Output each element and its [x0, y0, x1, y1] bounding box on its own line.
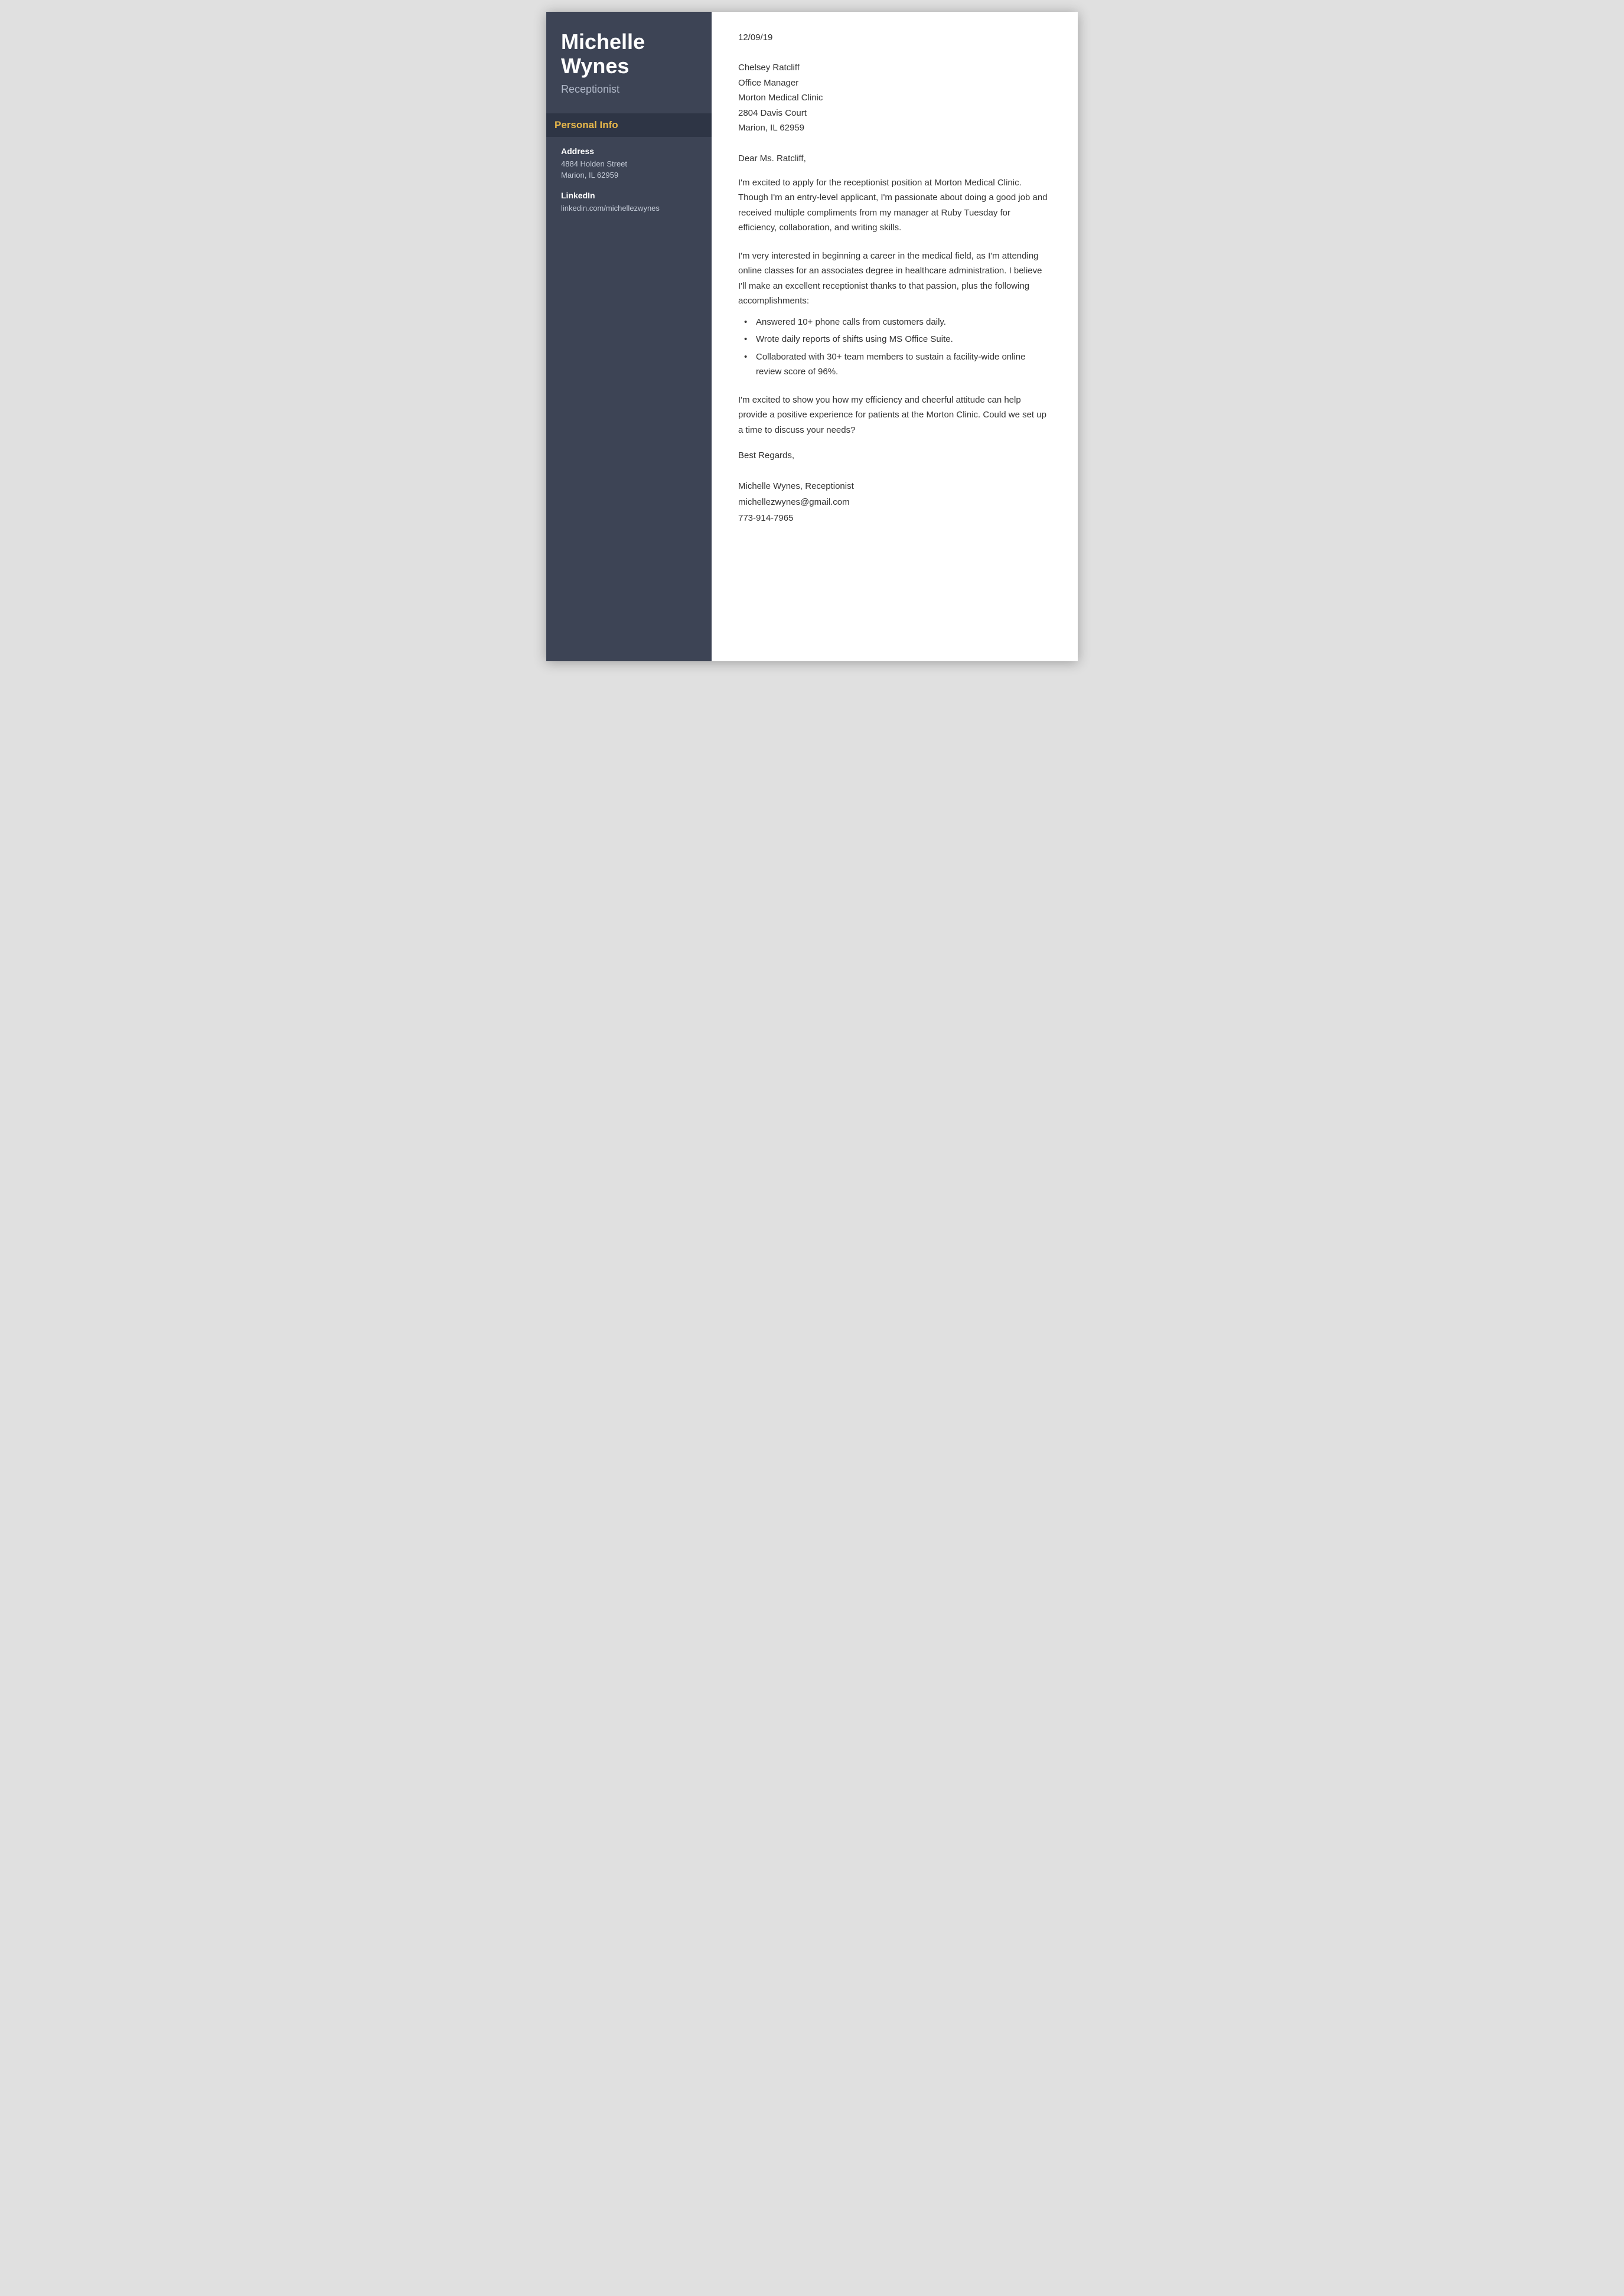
- linkedin-label: LinkedIn: [561, 191, 697, 200]
- document: Michelle Wynes Receptionist Personal Inf…: [546, 12, 1078, 661]
- bullet-item-2: Wrote daily reports of shifts using MS O…: [744, 332, 1051, 347]
- bullet-list: Answered 10+ phone calls from customers …: [744, 315, 1051, 380]
- sig-phone: 773-914-7965: [738, 510, 1051, 526]
- signature-block: Michelle Wynes, Receptionist michellezwy…: [738, 478, 1051, 526]
- bullet-item-1: Answered 10+ phone calls from customers …: [744, 315, 1051, 330]
- recipient-address2: Marion, IL 62959: [738, 120, 1051, 136]
- sig-name: Michelle Wynes, Receptionist: [738, 478, 1051, 494]
- letter-greeting: Dear Ms. Ratcliff,: [738, 153, 1051, 164]
- recipient-block: Chelsey Ratcliff Office Manager Morton M…: [738, 60, 1051, 136]
- letter-date: 12/09/19: [738, 32, 1051, 43]
- applicant-title: Receptionist: [561, 83, 697, 96]
- bullet-item-3: Collaborated with 30+ team members to su…: [744, 350, 1051, 380]
- recipient-address1: 2804 Davis Court: [738, 106, 1051, 121]
- main-content: 12/09/19 Chelsey Ratcliff Office Manager…: [712, 12, 1078, 661]
- address-value: 4884 Holden Street Marion, IL 62959: [561, 158, 697, 181]
- letter-closing: Best Regards,: [738, 450, 1051, 460]
- address-label: Address: [561, 146, 697, 156]
- sidebar: Michelle Wynes Receptionist Personal Inf…: [546, 12, 712, 661]
- personal-info-header: Personal Info: [546, 113, 712, 137]
- paragraph-1: I'm excited to apply for the receptionis…: [738, 175, 1051, 236]
- paragraph-3: I'm excited to show you how my efficienc…: [738, 393, 1051, 438]
- paragraph-2-intro: I'm very interested in beginning a caree…: [738, 251, 1042, 306]
- sig-email: michellezwynes@gmail.com: [738, 494, 1051, 510]
- paragraph-2: I'm very interested in beginning a caree…: [738, 249, 1051, 380]
- linkedin-value: linkedin.com/michellezwynes: [561, 203, 697, 214]
- applicant-name: Michelle Wynes: [561, 30, 697, 79]
- recipient-name: Chelsey Ratcliff: [738, 60, 1051, 76]
- recipient-title: Office Manager: [738, 76, 1051, 91]
- recipient-company: Morton Medical Clinic: [738, 90, 1051, 106]
